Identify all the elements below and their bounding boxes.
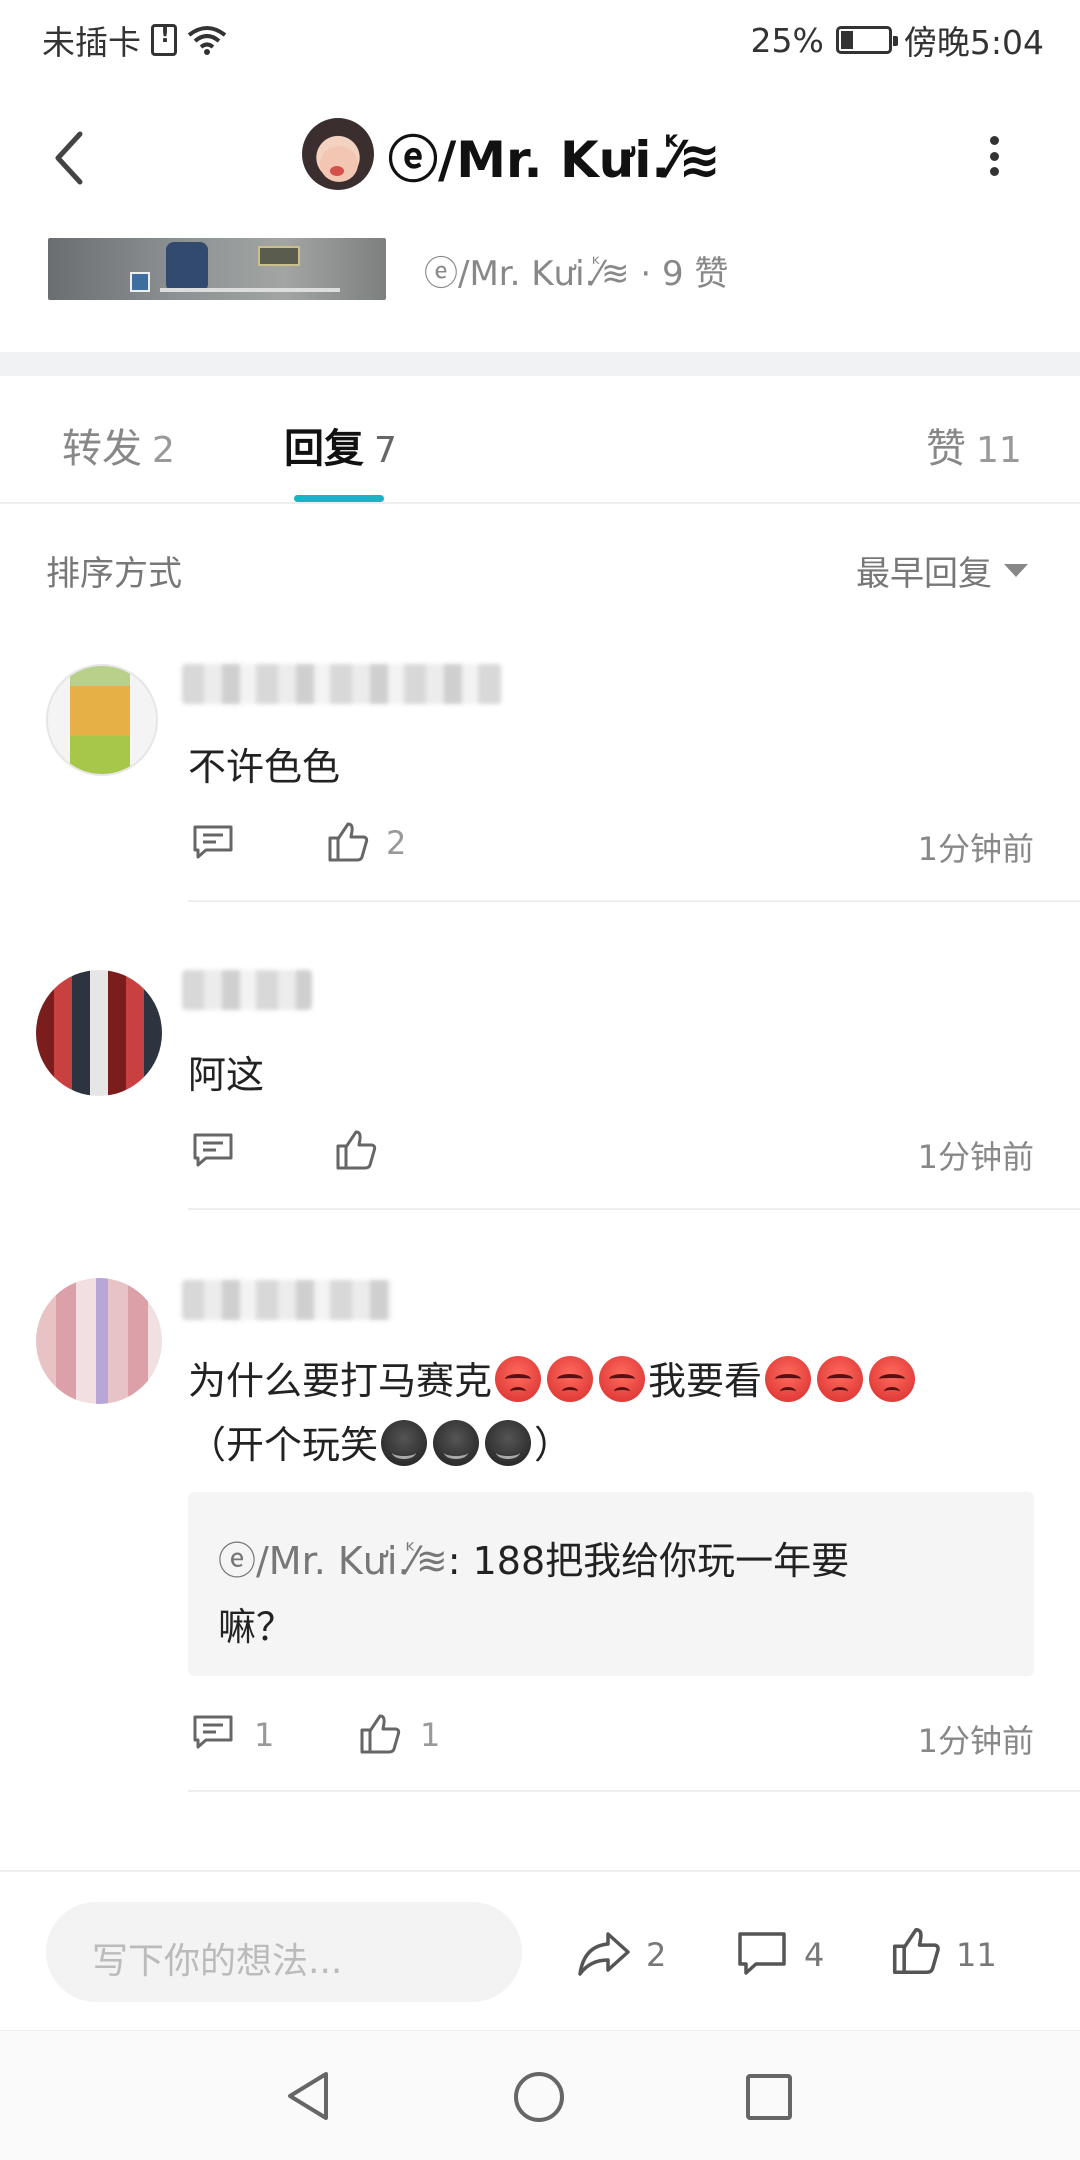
carrier-text: 未插卡 [42,23,141,62]
thumbs-up-icon[interactable] [890,1924,942,1978]
comment-time: 1分钟前 [917,1138,1034,1176]
comment-icon[interactable] [192,1132,234,1168]
comment-count: 4 [804,1936,825,1974]
comment-text: 阿这 [188,1053,265,1097]
angry-emoji-icon [599,1356,646,1402]
reply-text: : 188把我给你玩一年要 [447,1539,850,1583]
angry-emoji-icon [817,1356,864,1402]
commenter-avatar[interactable] [36,970,162,1096]
thumbs-up-icon[interactable] [326,820,370,864]
commenter-avatar[interactable] [36,1278,162,1404]
square-recent-icon[interactable] [744,2072,794,2122]
comment-time: 1分钟前 [917,830,1034,868]
clock: 傍晚5:04 [903,23,1044,62]
comment-icon[interactable] [192,1714,234,1750]
page-title[interactable]: ⓔ/Mr. Kưi.ⷦ⁄≋ [388,120,721,192]
more-vertical-icon[interactable] [986,136,1002,176]
nested-reply-line1: ⓔ/Mr. Kưi.ⷦ⁄≋: 188把我给你玩一年要 [218,1530,849,1586]
post-author: ⓔ/Mr. Kưi.ⷦ⁄≋ [424,254,630,294]
like-count: 1 [420,1716,441,1754]
comment-text: 不许色色 [188,745,341,789]
tab-replies[interactable]: 回复 7 [284,416,397,474]
commenter-name-blurred[interactable] [182,664,502,704]
comment-separator [188,1208,1080,1210]
status-bar: 未插卡 25% 傍晚5:04 [0,0,1080,75]
section-divider [0,352,1080,376]
comment-text-line2: （开个玩笑） [188,1414,572,1469]
sort-value: 最早回复 [856,554,992,594]
battery-icon [835,26,898,54]
angry-emoji-icon [869,1356,916,1402]
nested-reply-line2: 嘛？ [218,1605,295,1649]
post-thumbnail[interactable] [48,238,386,300]
commenter-name-blurred[interactable] [182,1280,392,1320]
grin-emoji-icon [433,1420,480,1466]
comment-separator [188,900,1080,902]
reply-author[interactable]: ⓔ/Mr. Kưi.ⷦ⁄≋ [218,1539,448,1583]
grin-emoji-icon [381,1420,428,1466]
tab-replies-count: 7 [374,430,397,471]
like-count: 11 [956,1936,997,1974]
tabs-divider [0,502,1080,504]
comment-time: 1分钟前 [917,1722,1034,1760]
tab-likes-count: 11 [976,430,1022,471]
tab-replies-label: 回复 [284,426,364,472]
share-icon[interactable] [576,1930,632,1978]
thumbs-up-icon[interactable] [334,1128,378,1172]
sort-label: 排序方式 [46,554,182,594]
comment-separator [188,1790,1080,1792]
angry-emoji-icon [547,1356,594,1402]
bottom-bar-divider [0,1870,1080,1872]
chevron-left-icon[interactable] [48,128,88,188]
like-count: 2 [386,824,407,862]
sim-alert-icon [151,23,177,56]
circle-home-icon[interactable] [512,2070,566,2124]
sort-dropdown[interactable]: 最早回复 [856,546,1028,595]
angry-emoji-icon [495,1356,542,1402]
header-avatar[interactable] [302,118,374,190]
tab-forward-label: 转发 [62,426,142,472]
tab-forward-count: 2 [152,430,175,471]
caret-down-icon [1004,564,1028,577]
share-count: 2 [646,1936,667,1974]
commenter-avatar[interactable] [46,664,158,776]
comment-input-placeholder: 写下你的想法... [92,1941,343,1982]
thumbs-up-icon[interactable] [358,1712,402,1756]
comment-icon[interactable] [736,1930,788,1978]
wifi-icon [187,26,227,55]
angry-emoji-icon [765,1356,812,1402]
comment-icon[interactable] [192,824,234,860]
battery-percent: 25% [750,20,824,60]
tab-forward[interactable]: 转发 2 [62,416,175,474]
active-tab-indicator [294,495,384,502]
tab-likes[interactable]: 赞 11 [926,416,1022,474]
grin-emoji-icon [485,1420,532,1466]
commenter-name-blurred[interactable] [182,970,312,1010]
post-meta[interactable]: ⓔ/Mr. Kưi.ⷦ⁄≋ · 9 赞 [424,246,728,295]
tab-likes-label: 赞 [926,426,966,472]
triangle-back-icon[interactable] [284,2070,334,2122]
comment-text-line1: 为什么要打马赛克 我要看 [188,1350,918,1405]
post-likes: · 9 赞 [640,254,729,294]
reply-count: 1 [254,1716,275,1754]
